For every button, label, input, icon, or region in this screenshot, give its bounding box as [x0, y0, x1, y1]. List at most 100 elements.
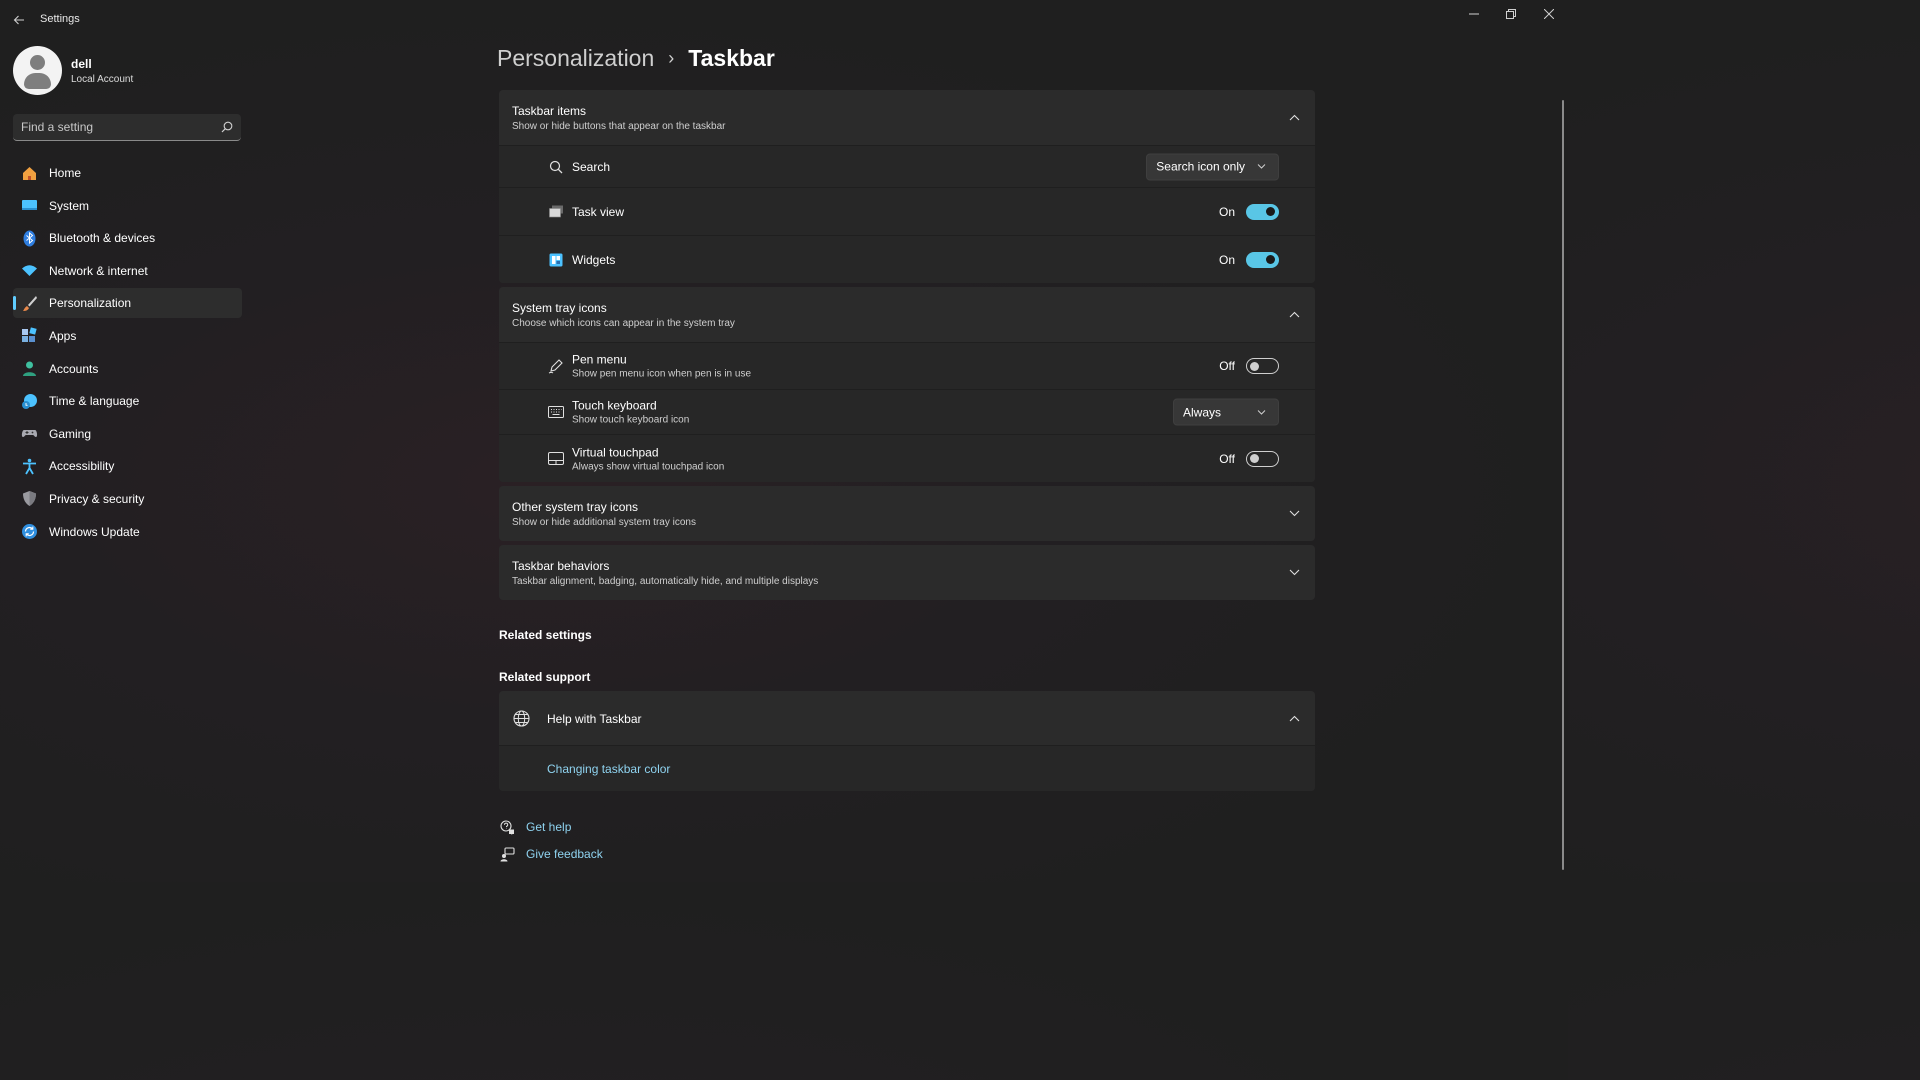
virtual-touchpad-toggle[interactable] [1246, 450, 1279, 467]
sidebar-item-label: Accounts [49, 361, 99, 376]
virtual-touchpad-row: Virtual touchpad Always show virtual tou… [499, 434, 1315, 482]
pen-menu-toggle[interactable] [1246, 358, 1279, 374]
chevron-down-icon[interactable] [1287, 566, 1301, 580]
sidebar-item-label: System [49, 198, 90, 213]
chevron-down-icon [1257, 164, 1266, 170]
accessibility-icon [21, 458, 38, 475]
minimize-button[interactable] [1459, 4, 1489, 24]
title-bar: Settings [0, 0, 1568, 40]
globe-icon [513, 710, 530, 730]
search-setting-label: Search [572, 159, 611, 174]
scrollbar[interactable] [1562, 100, 1564, 870]
time-language-icon [21, 393, 38, 410]
touchpad-icon [548, 451, 564, 467]
taskbar-behaviors-card[interactable]: Taskbar behaviors Taskbar alignment, bad… [499, 545, 1315, 600]
search-mode-dropdown[interactable]: Search icon only [1146, 153, 1279, 180]
settings-search[interactable] [13, 114, 241, 141]
widgets-row: Widgets On [499, 235, 1315, 283]
other-tray-header[interactable]: Other system tray icons Show or hide add… [499, 486, 1315, 541]
related-settings-heading: Related settings [499, 628, 592, 642]
sidebar-item-apps[interactable]: Apps [13, 321, 242, 351]
update-icon [21, 523, 38, 540]
help-with-taskbar-header[interactable]: Help with Taskbar [499, 691, 1315, 745]
touch-keyboard-label: Touch keyboard [572, 398, 657, 413]
search-setting-row: Search Search icon only [499, 145, 1315, 187]
sidebar-item-home[interactable]: Home [13, 158, 242, 188]
pen-menu-label: Pen menu [572, 352, 627, 367]
breadcrumb-separator: › [668, 48, 675, 68]
breadcrumb-parent[interactable]: Personalization [497, 45, 654, 72]
avatar [13, 46, 62, 95]
pen-menu-row: Pen menu Show pen menu icon when pen is … [499, 342, 1315, 389]
sidebar-item-network[interactable]: Network & internet [13, 256, 242, 286]
home-icon [21, 165, 38, 182]
toggle-state-text: Off [1219, 359, 1235, 373]
search-icon[interactable] [221, 121, 233, 133]
pen-icon [548, 358, 564, 374]
taskbar-items-header[interactable]: Taskbar items Show or hide buttons that … [499, 90, 1315, 145]
sidebar-nav: Home System Bluetooth & devices Network … [13, 158, 242, 549]
sidebar-item-personalization[interactable]: Personalization [13, 288, 242, 319]
apps-icon [21, 327, 38, 344]
help-card: Help with Taskbar Changing taskbar color [499, 691, 1315, 791]
sidebar-item-label: Home [49, 166, 82, 180]
profile-name: dell [71, 56, 92, 71]
sidebar-item-accounts[interactable]: Accounts [13, 354, 242, 384]
chevron-up-icon[interactable] [1287, 308, 1301, 322]
card-subtitle: Taskbar alignment, badging, automaticall… [512, 576, 819, 587]
other-tray-card[interactable]: Other system tray icons Show or hide add… [499, 486, 1315, 541]
toggle-state-text: Off [1219, 451, 1235, 466]
restore-button[interactable] [1496, 4, 1526, 24]
close-button[interactable] [1534, 4, 1564, 24]
virtual-touchpad-label: Virtual touchpad [572, 445, 659, 459]
chevron-down-icon[interactable] [1287, 507, 1301, 521]
back-arrow-icon [13, 15, 24, 25]
brush-icon [21, 295, 38, 312]
give-feedback-link[interactable]: Give feedback [499, 846, 603, 862]
sidebar-item-bluetooth[interactable]: Bluetooth & devices [13, 223, 242, 253]
sidebar-item-system[interactable]: System [13, 191, 242, 221]
sidebar-item-label: Time & language [49, 394, 140, 409]
system-tray-card: System tray icons Choose which icons can… [499, 287, 1315, 482]
card-subtitle: Show or hide buttons that appear on the … [512, 121, 726, 132]
card-subtitle: Show or hide additional system tray icon… [512, 517, 696, 528]
taskbar-behaviors-header[interactable]: Taskbar behaviors Taskbar alignment, bad… [499, 545, 1315, 600]
close-icon [1544, 9, 1554, 19]
get-help-link[interactable]: Get help [499, 819, 571, 835]
user-profile[interactable]: dell Local Account [13, 46, 133, 95]
system-tray-header[interactable]: System tray icons Choose which icons can… [499, 287, 1315, 342]
accounts-icon [21, 360, 38, 377]
chevron-up-icon[interactable] [1287, 711, 1301, 725]
help-links-row: Changing taskbar color [499, 745, 1315, 791]
bluetooth-icon [21, 230, 38, 247]
related-support-heading: Related support [499, 670, 591, 684]
task-view-toggle[interactable] [1246, 203, 1279, 220]
sidebar-item-label: Network & internet [49, 263, 148, 278]
changing-taskbar-color-link[interactable]: Changing taskbar color [547, 762, 670, 776]
breadcrumb: Personalization › Taskbar [497, 45, 775, 72]
restore-icon [1506, 9, 1516, 19]
card-title: System tray icons [512, 301, 607, 315]
give-feedback-label: Give feedback [526, 847, 603, 861]
sidebar-item-privacy[interactable]: Privacy & security [13, 484, 242, 514]
sidebar-item-label: Gaming [49, 426, 92, 441]
touch-keyboard-dropdown[interactable]: Always [1173, 398, 1279, 426]
task-view-label: Task view [572, 204, 625, 219]
back-button[interactable] [8, 9, 30, 31]
sidebar-item-windows-update[interactable]: Windows Update [13, 517, 242, 547]
toggle-state-text: On [1218, 204, 1235, 219]
sidebar-item-accessibility[interactable]: Accessibility [13, 451, 242, 481]
card-subtitle: Choose which icons can appear in the sys… [512, 318, 735, 329]
chevron-up-icon[interactable] [1287, 111, 1301, 125]
system-icon [21, 197, 38, 214]
sidebar-item-label: Accessibility [49, 459, 115, 474]
sidebar-item-gaming[interactable]: Gaming [13, 419, 242, 449]
pen-menu-description: Show pen menu icon when pen is in use [572, 368, 752, 380]
wifi-icon [21, 262, 38, 279]
card-title: Taskbar behaviors [512, 559, 610, 573]
search-input[interactable] [21, 120, 221, 134]
widgets-icon [548, 252, 564, 268]
widgets-toggle[interactable] [1246, 251, 1279, 268]
card-title: Taskbar items [512, 104, 587, 118]
sidebar-item-time-language[interactable]: Time & language [13, 386, 242, 416]
